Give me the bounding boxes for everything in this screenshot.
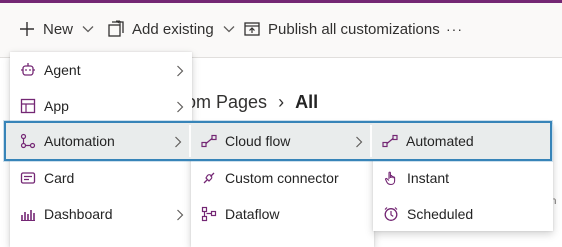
dataflow-icon bbox=[201, 206, 217, 222]
chevron-down-icon bbox=[82, 25, 94, 33]
chevron-right-icon bbox=[176, 64, 184, 80]
instant-flow-icon bbox=[383, 170, 399, 186]
menu-item-agent[interactable]: Agent bbox=[10, 52, 192, 88]
new-button-label: New bbox=[43, 20, 74, 38]
menu-item-dataflow[interactable]: Dataflow bbox=[191, 196, 374, 232]
publish-all-label: Publish all customizations bbox=[268, 20, 440, 38]
menu-item-label: Automation bbox=[44, 133, 115, 149]
chevron-right-icon bbox=[174, 135, 182, 151]
agent-icon bbox=[20, 62, 36, 78]
menu-item-label: App bbox=[44, 98, 69, 114]
command-bar: New Add existing Publish all customizati… bbox=[0, 0, 562, 58]
breadcrumb-separator: › bbox=[278, 92, 285, 112]
menu-item-automated[interactable]: Automated bbox=[372, 123, 550, 159]
menu-item-app[interactable]: App bbox=[10, 88, 192, 124]
menu-item-label: Dashboard bbox=[44, 206, 113, 222]
app-icon bbox=[20, 98, 36, 114]
breadcrumb-current: All bbox=[295, 92, 319, 112]
add-existing-label: Add existing bbox=[132, 20, 214, 38]
breadcrumb-parent[interactable]: om Pages bbox=[186, 92, 267, 112]
menu-item-label: Instant bbox=[407, 170, 450, 186]
automation-icon bbox=[20, 133, 36, 149]
publish-all-button[interactable]: Publish all customizations bbox=[243, 0, 440, 58]
menu-item-label: Automated bbox=[406, 133, 474, 149]
menu-item-label: Custom connector bbox=[225, 170, 339, 186]
menu-item-cloud-flow[interactable]: Cloud flow bbox=[191, 123, 371, 159]
menu-item-dashboard[interactable]: Dashboard bbox=[10, 196, 192, 232]
custom-connector-icon bbox=[201, 170, 217, 186]
new-button[interactable]: New bbox=[18, 0, 94, 58]
dashboard-icon bbox=[20, 206, 36, 222]
menu-item-label: Cloud flow bbox=[225, 133, 291, 149]
page-breadcrumb: om Pages › All bbox=[186, 92, 318, 113]
chevron-down-icon bbox=[223, 25, 235, 33]
add-existing-button[interactable]: Add existing bbox=[107, 0, 235, 58]
more-commands-button[interactable]: ··· bbox=[446, 0, 463, 58]
menu-item-custom-connector[interactable]: Custom connector bbox=[191, 160, 374, 196]
menu-item-card[interactable]: Card bbox=[10, 160, 192, 196]
menu-item-label: Card bbox=[44, 170, 75, 186]
selected-path-highlight: Automation Cloud flow Automated bbox=[4, 121, 552, 161]
menu-item-instant[interactable]: Instant bbox=[373, 160, 553, 196]
cloud-flow-icon bbox=[201, 133, 217, 149]
menu-item-automation[interactable]: Automation bbox=[10, 123, 190, 159]
publish-icon bbox=[243, 20, 261, 38]
chevron-right-icon bbox=[355, 135, 363, 151]
menu-item-label: Agent bbox=[44, 62, 81, 78]
automated-flow-icon bbox=[382, 133, 398, 149]
menu-item-label: Dataflow bbox=[225, 206, 280, 222]
card-icon bbox=[20, 170, 36, 186]
chevron-right-icon bbox=[176, 100, 184, 116]
more-icon: ··· bbox=[446, 21, 463, 37]
scheduled-flow-icon bbox=[383, 206, 399, 222]
chevron-right-icon bbox=[176, 208, 184, 224]
menu-item-label: Scheduled bbox=[407, 206, 474, 222]
menu-item-scheduled[interactable]: Scheduled bbox=[373, 196, 553, 232]
plus-icon bbox=[18, 20, 36, 38]
add-existing-icon bbox=[107, 20, 125, 38]
